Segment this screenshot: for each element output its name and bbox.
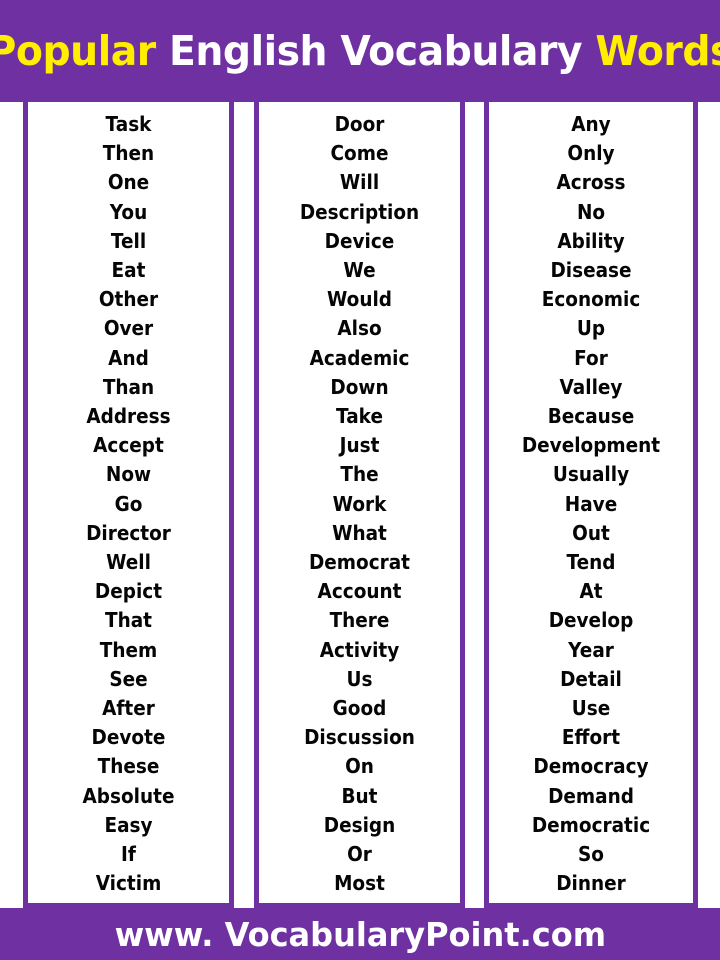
vocabulary-word: Description [299, 199, 420, 224]
vocabulary-word: Now [105, 462, 152, 487]
vocabulary-word: Door [334, 112, 385, 136]
vocabulary-word: Use [571, 696, 611, 721]
vocabulary-word: Director [86, 520, 171, 545]
vocabulary-word: Development [521, 433, 661, 458]
vocabulary-word: But [341, 783, 378, 808]
vocabulary-word: At [579, 579, 603, 604]
title-part-popular: Popular [0, 26, 156, 75]
vocabulary-word: Them [99, 637, 158, 662]
vocabulary-word: If [121, 842, 136, 867]
vocabulary-word: Develop [548, 608, 634, 633]
vocabulary-word: Design [323, 812, 396, 837]
vocabulary-word: There [329, 608, 390, 633]
vocabulary-word: Task [105, 112, 152, 136]
vocabulary-word: Easy [104, 812, 153, 837]
vocabulary-word: Discussion [304, 725, 415, 750]
vocabulary-word: Work [332, 491, 387, 516]
vocabulary-word: Because [547, 404, 635, 429]
vocabulary-word: Victim [95, 871, 162, 896]
vocabulary-word: Activity [319, 637, 400, 662]
footer-banner: www. VocabularyPoint.com [0, 908, 720, 960]
vocabulary-word: Come [330, 141, 389, 166]
vocabulary-word: After [102, 696, 155, 721]
title-part-words: Words [595, 26, 720, 75]
vocabulary-word: Academic [309, 345, 410, 370]
vocabulary-word: Us [346, 666, 373, 691]
title-part-english-vocabulary: English Vocabulary [155, 26, 596, 75]
vocabulary-word: You [109, 199, 148, 224]
vocabulary-word: Only [567, 141, 615, 166]
vocabulary-word: Will [339, 170, 380, 195]
vocabulary-word: One [107, 170, 150, 195]
vocabulary-word: Other [98, 287, 159, 312]
vocabulary-word: Over [103, 316, 154, 341]
vocabulary-word: Depict [94, 579, 163, 604]
vocabulary-word: Demand [548, 783, 634, 808]
vocabulary-word: Devote [91, 725, 166, 750]
vocabulary-word: Than [102, 374, 155, 399]
page-title: Popular English Vocabulary Words [0, 30, 720, 72]
vocabulary-word: Year [568, 637, 614, 662]
vocabulary-word: Democrat [308, 550, 411, 575]
word-column-3: Any Only Across No Ability Disease Economic Up F… [484, 102, 698, 908]
vocabulary-word: Take [336, 404, 383, 429]
vocabulary-word: Have [564, 491, 618, 516]
vocabulary-word: What [332, 520, 387, 545]
vocabulary-word: Any [571, 112, 611, 136]
vocabulary-word: Well [106, 550, 151, 575]
vocabulary-word: And [108, 345, 149, 370]
vocabulary-poster: Popular English Vocabulary Words Task The… [0, 0, 720, 960]
vocabulary-word: Good [332, 696, 387, 721]
vocabulary-word: Effort [561, 725, 621, 750]
vocabulary-word: Tend [566, 550, 616, 575]
vocabulary-word: Detail [560, 666, 622, 691]
vocabulary-word: Usually [552, 462, 630, 487]
vocabulary-word: Out [572, 520, 610, 545]
vocabulary-word: Dinner [556, 871, 626, 896]
vocabulary-word: Down [330, 374, 389, 399]
vocabulary-word: We [343, 258, 376, 283]
vocabulary-word: Democracy [533, 754, 649, 779]
vocabulary-word: That [105, 608, 152, 633]
vocabulary-word: Or [347, 842, 372, 867]
word-list-1: Task Then One You Tell Eat Other Over And Than Add… [28, 102, 229, 898]
vocabulary-word: The [340, 462, 379, 487]
vocabulary-word: Device [324, 228, 395, 253]
vocabulary-word: Accept [93, 433, 164, 458]
vocabulary-word: Go [114, 491, 143, 516]
vocabulary-word: Also [337, 316, 382, 341]
word-column-2: Door Come Will Description Device We Would Also… [254, 102, 465, 908]
vocabulary-word: Address [86, 404, 171, 429]
vocabulary-word: Economic [541, 287, 641, 312]
vocabulary-word: Tell [110, 228, 147, 253]
word-columns-board: Task Then One You Tell Eat Other Over And Than Add… [0, 102, 720, 908]
vocabulary-word: Across [556, 170, 626, 195]
header-banner: Popular English Vocabulary Words [0, 0, 720, 102]
vocabulary-word: Democratic [531, 812, 651, 837]
vocabulary-word: On [345, 754, 374, 779]
vocabulary-word: Up [576, 316, 606, 341]
vocabulary-word: Account [317, 579, 402, 604]
word-list-2: Door Come Will Description Device We Would Also… [259, 102, 460, 898]
vocabulary-word: No [576, 199, 606, 224]
website-url: www. VocabularyPoint.com [114, 914, 606, 954]
vocabulary-word: Just [339, 433, 380, 458]
vocabulary-word: Most [334, 871, 385, 896]
vocabulary-word: Valley [559, 374, 623, 399]
vocabulary-word: Would [326, 287, 393, 312]
word-column-1: Task Then One You Tell Eat Other Over And Than Add… [23, 102, 234, 908]
vocabulary-word: Then [102, 141, 155, 166]
vocabulary-word: These [97, 754, 160, 779]
vocabulary-word: Ability [557, 228, 625, 253]
vocabulary-word: So [578, 842, 604, 867]
word-list-3: Any Only Across No Ability Disease Economic Up F… [489, 102, 693, 898]
vocabulary-word: Absolute [82, 783, 175, 808]
vocabulary-word: Eat [111, 258, 146, 283]
vocabulary-word: Disease [550, 258, 632, 283]
vocabulary-word: For [574, 345, 608, 370]
vocabulary-word: See [109, 666, 148, 691]
